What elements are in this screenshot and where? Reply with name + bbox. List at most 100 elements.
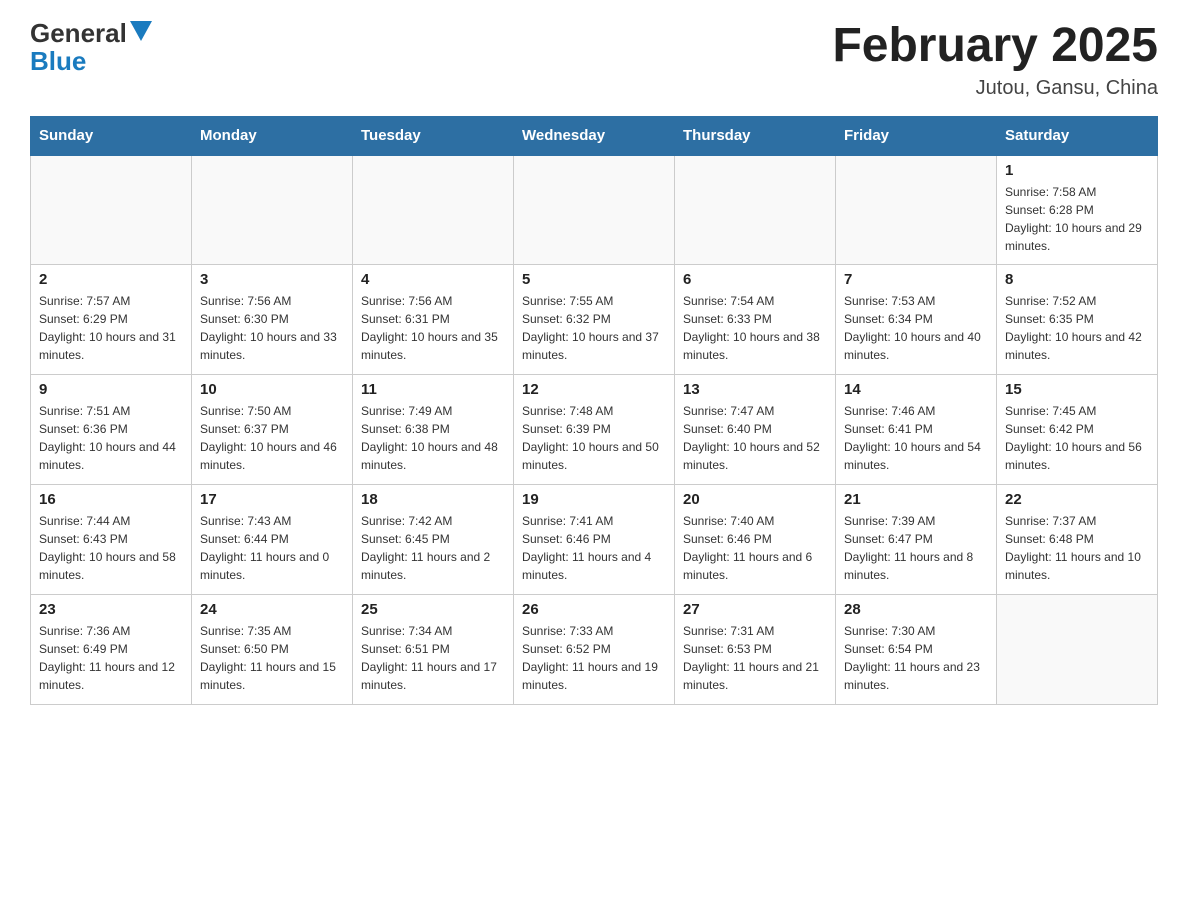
calendar-cell: 24 Sunrise: 7:35 AMSunset: 6:50 PMDayligh… <box>192 595 353 705</box>
calendar-week-1: 1Sunrise: 7:58 AMSunset: 6:28 PMDaylight… <box>31 155 1158 265</box>
calendar-cell: 7 Sunrise: 7:53 AMSunset: 6:34 PMDaylight… <box>836 265 997 375</box>
calendar-cell: 26 Sunrise: 7:33 AMSunset: 6:52 PMDayligh… <box>514 595 675 705</box>
day-number: 8 <box>1005 271 1149 288</box>
calendar-cell: 21 Sunrise: 7:39 AMSunset: 6:47 PMDayligh… <box>836 485 997 595</box>
calendar-cell <box>353 155 514 265</box>
calendar-cell: 3Sunrise: 7:56 AMSunset: 6:30 PMDaylight… <box>192 265 353 375</box>
calendar-cell: 23Sunrise: 7:36 AMSunset: 6:49 PMDayligh… <box>31 595 192 705</box>
day-info: Sunrise: 7:36 AMSunset: 6:49 PMDaylight:… <box>39 622 183 694</box>
day-info: Sunrise: 7:55 AMSunset: 6:32 PMDaylight:… <box>522 292 666 364</box>
day-info: Sunrise: 7:39 AMSunset: 6:47 PMDaylight:… <box>844 512 988 584</box>
calendar-cell: 17 Sunrise: 7:43 AMSunset: 6:44 PMDayligh… <box>192 485 353 595</box>
day-number: 16 <box>39 491 183 508</box>
day-info: Sunrise: 7:47 AMSunset: 6:40 PMDaylight:… <box>683 402 827 474</box>
day-info: Sunrise: 7:48 AMSunset: 6:39 PMDaylight:… <box>522 402 666 474</box>
day-number: 7 <box>844 271 988 288</box>
day-number: 28 <box>844 601 988 618</box>
day-info: Sunrise: 7:42 AMSunset: 6:45 PMDaylight:… <box>361 512 505 584</box>
col-sunday: Sunday <box>31 116 192 155</box>
calendar-cell: 12 Sunrise: 7:48 AMSunset: 6:39 PMDayligh… <box>514 375 675 485</box>
calendar-cell: 20 Sunrise: 7:40 AMSunset: 6:46 PMDayligh… <box>675 485 836 595</box>
calendar-week-2: 2Sunrise: 7:57 AMSunset: 6:29 PMDaylight… <box>31 265 1158 375</box>
day-number: 17 <box>200 491 344 508</box>
col-friday: Friday <box>836 116 997 155</box>
day-info: Sunrise: 7:49 AMSunset: 6:38 PMDaylight:… <box>361 402 505 474</box>
calendar-table: Sunday Monday Tuesday Wednesday Thursday… <box>30 116 1158 706</box>
day-number: 15 <box>1005 381 1149 398</box>
day-number: 18 <box>361 491 505 508</box>
day-number: 24 <box>200 601 344 618</box>
calendar-header: Sunday Monday Tuesday Wednesday Thursday… <box>31 116 1158 155</box>
calendar-cell: 4 Sunrise: 7:56 AMSunset: 6:31 PMDaylight… <box>353 265 514 375</box>
day-number: 26 <box>522 601 666 618</box>
calendar-cell: 18 Sunrise: 7:42 AMSunset: 6:45 PMDayligh… <box>353 485 514 595</box>
day-info: Sunrise: 7:52 AMSunset: 6:35 PMDaylight:… <box>1005 292 1149 364</box>
day-info: Sunrise: 7:41 AMSunset: 6:46 PMDaylight:… <box>522 512 666 584</box>
title-block: February 2025 Jutou, Gansu, China <box>832 20 1158 100</box>
day-info: Sunrise: 7:56 AMSunset: 6:30 PMDaylight:… <box>200 292 344 364</box>
day-info: Sunrise: 7:54 AMSunset: 6:33 PMDaylight:… <box>683 292 827 364</box>
day-number: 13 <box>683 381 827 398</box>
day-number: 14 <box>844 381 988 398</box>
day-info: Sunrise: 7:58 AMSunset: 6:28 PMDaylight:… <box>1005 183 1149 255</box>
col-tuesday: Tuesday <box>353 116 514 155</box>
calendar-cell: 25 Sunrise: 7:34 AMSunset: 6:51 PMDayligh… <box>353 595 514 705</box>
calendar-cell <box>997 595 1158 705</box>
logo-text-general: General <box>30 20 127 46</box>
day-number: 12 <box>522 381 666 398</box>
day-info: Sunrise: 7:40 AMSunset: 6:46 PMDaylight:… <box>683 512 827 584</box>
day-info: Sunrise: 7:51 AMSunset: 6:36 PMDaylight:… <box>39 402 183 474</box>
day-info: Sunrise: 7:34 AMSunset: 6:51 PMDaylight:… <box>361 622 505 694</box>
calendar-cell <box>192 155 353 265</box>
logo: General Blue <box>30 20 152 74</box>
day-info: Sunrise: 7:31 AMSunset: 6:53 PMDaylight:… <box>683 622 827 694</box>
day-info: Sunrise: 7:43 AMSunset: 6:44 PMDaylight:… <box>200 512 344 584</box>
col-wednesday: Wednesday <box>514 116 675 155</box>
day-number: 10 <box>200 381 344 398</box>
col-monday: Monday <box>192 116 353 155</box>
col-saturday: Saturday <box>997 116 1158 155</box>
calendar-cell: 13 Sunrise: 7:47 AMSunset: 6:40 PMDayligh… <box>675 375 836 485</box>
logo-arrow-icon <box>130 21 152 41</box>
calendar-cell: 6Sunrise: 7:54 AMSunset: 6:33 PMDaylight… <box>675 265 836 375</box>
calendar-body: 1Sunrise: 7:58 AMSunset: 6:28 PMDaylight… <box>31 155 1158 705</box>
day-info: Sunrise: 7:56 AMSunset: 6:31 PMDaylight:… <box>361 292 505 364</box>
calendar-cell: 22Sunrise: 7:37 AMSunset: 6:48 PMDayligh… <box>997 485 1158 595</box>
calendar-cell: 11 Sunrise: 7:49 AMSunset: 6:38 PMDayligh… <box>353 375 514 485</box>
day-number: 22 <box>1005 491 1149 508</box>
calendar-week-5: 23Sunrise: 7:36 AMSunset: 6:49 PMDayligh… <box>31 595 1158 705</box>
day-info: Sunrise: 7:46 AMSunset: 6:41 PMDaylight:… <box>844 402 988 474</box>
day-number: 20 <box>683 491 827 508</box>
calendar-week-3: 9 Sunrise: 7:51 AMSunset: 6:36 PMDaylight… <box>31 375 1158 485</box>
calendar-cell <box>31 155 192 265</box>
day-number: 9 <box>39 381 183 398</box>
logo-text-blue: Blue <box>30 48 86 74</box>
calendar-cell <box>836 155 997 265</box>
calendar-week-4: 16 Sunrise: 7:44 AMSunset: 6:43 PMDayligh… <box>31 485 1158 595</box>
day-info: Sunrise: 7:44 AMSunset: 6:43 PMDaylight:… <box>39 512 183 584</box>
day-number: 27 <box>683 601 827 618</box>
day-info: Sunrise: 7:50 AMSunset: 6:37 PMDaylight:… <box>200 402 344 474</box>
page-header: General Blue February 2025 Jutou, Gansu,… <box>30 20 1158 100</box>
col-thursday: Thursday <box>675 116 836 155</box>
calendar-cell <box>675 155 836 265</box>
day-number: 11 <box>361 381 505 398</box>
calendar-cell: 16 Sunrise: 7:44 AMSunset: 6:43 PMDayligh… <box>31 485 192 595</box>
calendar-cell: 19 Sunrise: 7:41 AMSunset: 6:46 PMDayligh… <box>514 485 675 595</box>
calendar-cell: 2Sunrise: 7:57 AMSunset: 6:29 PMDaylight… <box>31 265 192 375</box>
calendar-cell: 5 Sunrise: 7:55 AMSunset: 6:32 PMDaylight… <box>514 265 675 375</box>
day-number: 25 <box>361 601 505 618</box>
calendar-cell: 10 Sunrise: 7:50 AMSunset: 6:37 PMDayligh… <box>192 375 353 485</box>
day-info: Sunrise: 7:53 AMSunset: 6:34 PMDaylight:… <box>844 292 988 364</box>
calendar-cell: 9 Sunrise: 7:51 AMSunset: 6:36 PMDaylight… <box>31 375 192 485</box>
day-number: 19 <box>522 491 666 508</box>
day-number: 4 <box>361 271 505 288</box>
day-number: 5 <box>522 271 666 288</box>
header-row: Sunday Monday Tuesday Wednesday Thursday… <box>31 116 1158 155</box>
day-info: Sunrise: 7:30 AMSunset: 6:54 PMDaylight:… <box>844 622 988 694</box>
calendar-cell: 27 Sunrise: 7:31 AMSunset: 6:53 PMDayligh… <box>675 595 836 705</box>
day-info: Sunrise: 7:33 AMSunset: 6:52 PMDaylight:… <box>522 622 666 694</box>
day-info: Sunrise: 7:35 AMSunset: 6:50 PMDaylight:… <box>200 622 344 694</box>
day-number: 21 <box>844 491 988 508</box>
location-subtitle: Jutou, Gansu, China <box>832 77 1158 100</box>
